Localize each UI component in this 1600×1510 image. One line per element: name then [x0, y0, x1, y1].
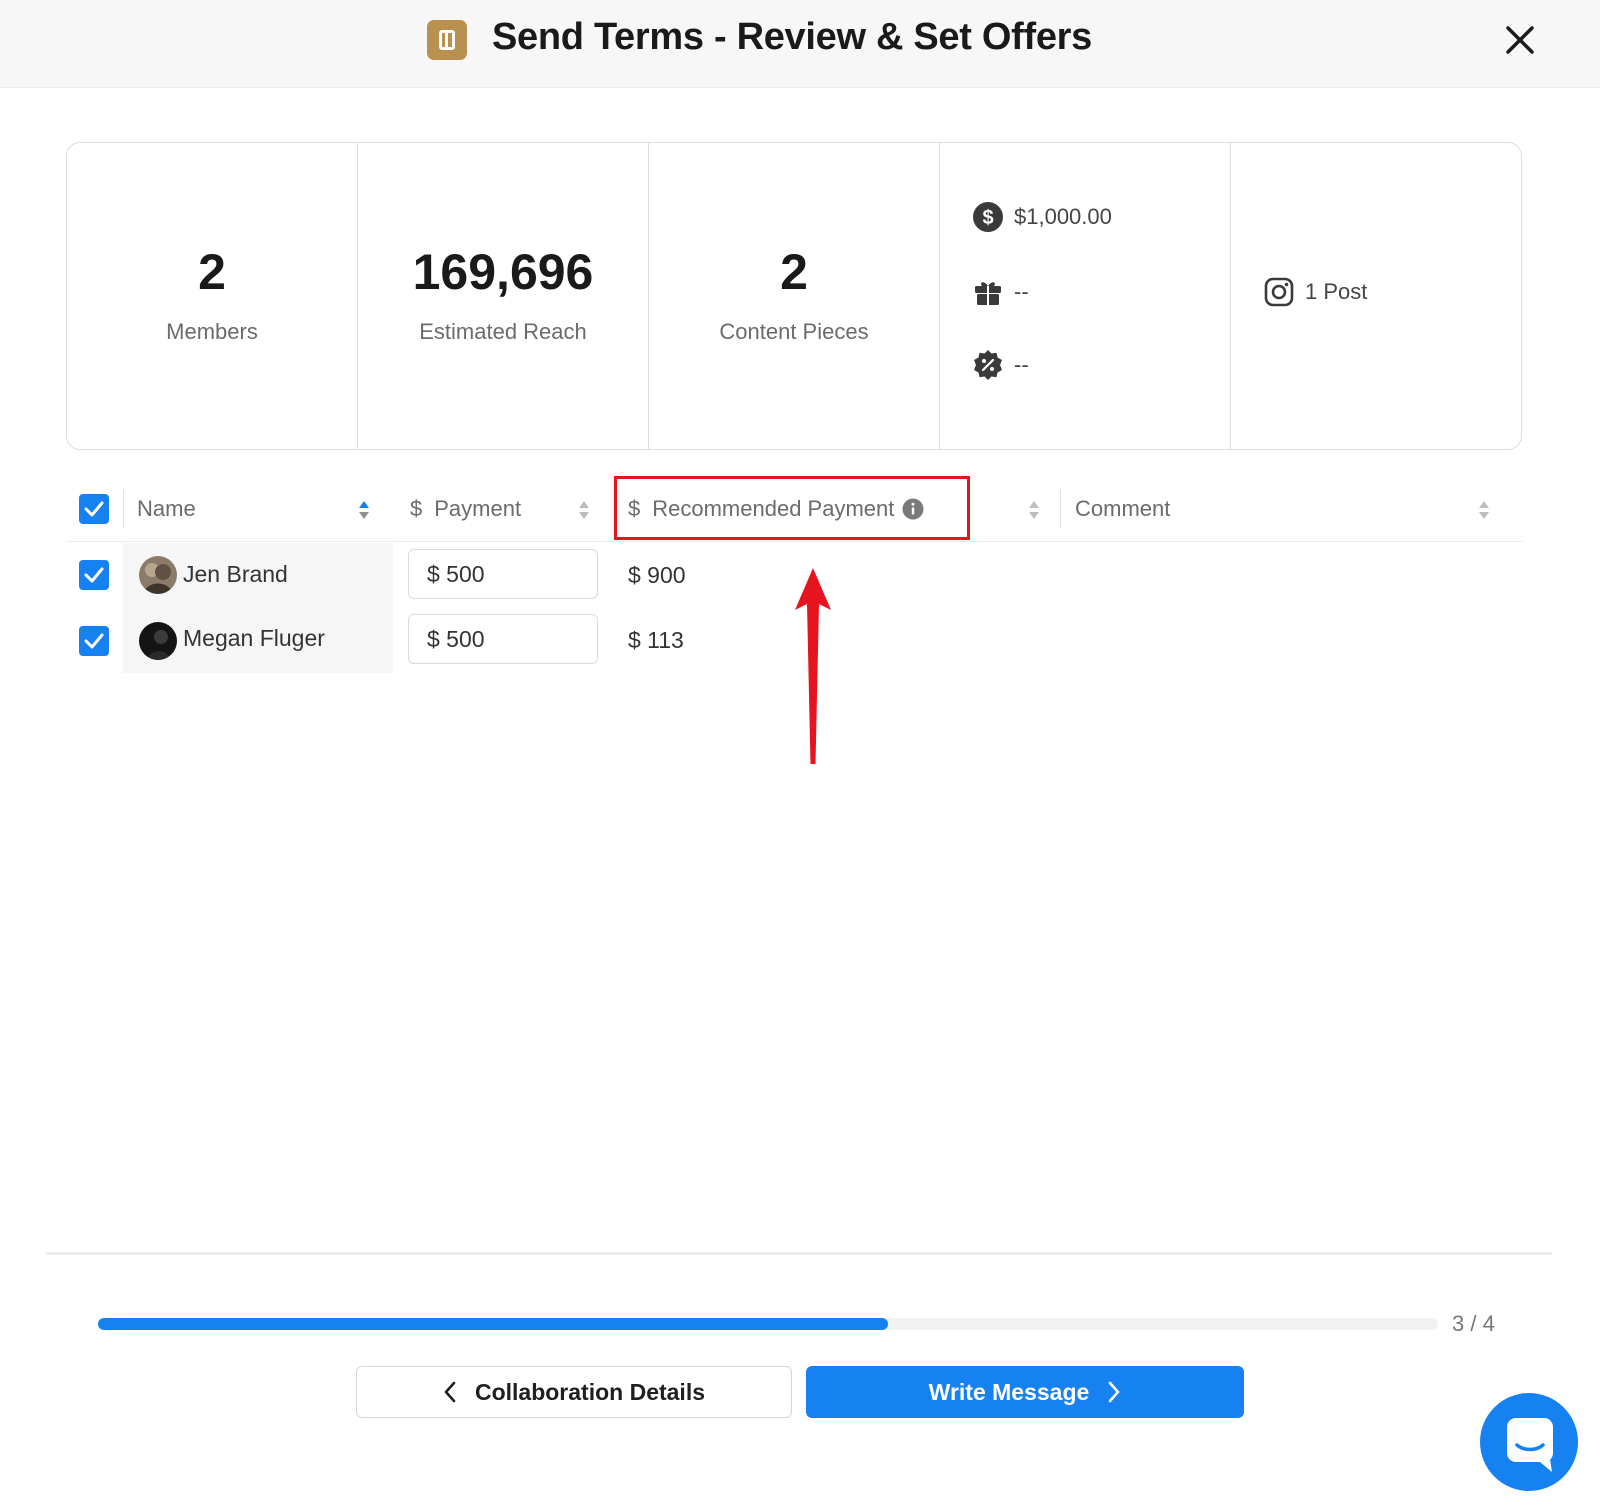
stat-value: 2 — [780, 244, 808, 300]
chat-icon — [1507, 1418, 1553, 1472]
svg-text:$: $ — [982, 207, 993, 229]
back-button[interactable]: Collaboration Details — [356, 1366, 792, 1418]
sort-icon[interactable] — [578, 500, 590, 520]
dollar-icon: $ — [410, 496, 423, 521]
column-label: Comment — [1075, 496, 1171, 521]
term-product: -- — [972, 276, 1029, 308]
close-button[interactable] — [1500, 20, 1540, 60]
term-product-value: -- — [1014, 279, 1029, 304]
column-separator — [123, 490, 124, 528]
deliverable-item: 1 Post — [1263, 276, 1367, 308]
modal-header: Send Terms - Review & Set Offers — [0, 0, 1600, 88]
term-payment-value: $1,000.00 — [1014, 204, 1112, 229]
progress-fill — [98, 1318, 889, 1330]
step-counter: 3 / 4 — [1452, 1311, 1495, 1336]
stat-content-pieces: 2 Content Pieces — [648, 143, 939, 449]
write-message-button[interactable]: Write Message — [806, 1366, 1244, 1418]
select-all-checkbox[interactable] — [79, 494, 109, 524]
term-discount-value: -- — [1014, 352, 1029, 377]
annotation-arrow-icon — [795, 568, 831, 764]
column-label: Payment — [434, 496, 522, 521]
stat-value: 2 — [198, 244, 226, 300]
stat-label: Estimated Reach — [419, 319, 587, 344]
gift-icon — [975, 282, 1001, 305]
deliverable-text: 1 Post — [1305, 279, 1368, 304]
page-title: Send Terms - Review & Set Offers — [492, 16, 1092, 58]
chat-launcher-button[interactable] — [1480, 1393, 1578, 1491]
instagram-icon — [1264, 277, 1294, 307]
chevron-left-icon — [444, 1381, 456, 1403]
column-header-comment[interactable]: Comment — [1075, 476, 1170, 542]
row-checkbox[interactable] — [79, 560, 109, 590]
percent-badge-icon — [974, 350, 1002, 380]
annotation-highlight-box — [614, 476, 970, 540]
stat-members: 2 Members — [67, 143, 357, 449]
checkmark-icon — [84, 567, 104, 583]
document-icon — [427, 20, 467, 60]
checkmark-icon — [84, 633, 104, 649]
back-button-label: Collaboration Details — [474, 1378, 706, 1405]
column-header-name[interactable]: Name — [137, 476, 196, 542]
next-button-label: Write Message — [928, 1378, 1090, 1405]
footer-divider — [46, 1252, 1552, 1255]
avatar — [139, 622, 177, 660]
summary-card: 2 Members 169,696 Estimated Reach 2 Cont… — [66, 142, 1522, 450]
member-name[interactable]: Jen Brand — [183, 561, 288, 588]
progress-bar — [98, 1318, 1438, 1330]
close-icon — [1506, 26, 1534, 54]
member-name[interactable]: Megan Fluger — [183, 625, 325, 652]
payment-input[interactable]: $ 500 — [408, 549, 598, 599]
column-separator — [1060, 490, 1061, 528]
term-discount: -- — [972, 349, 1029, 381]
compensation-terms: $ $1,000.00 -- -- — [939, 143, 1230, 449]
sort-active-icon[interactable] — [358, 500, 370, 520]
stat-estimated-reach: 169,696 Estimated Reach — [357, 143, 648, 449]
payment-input[interactable]: $ 500 — [408, 614, 598, 664]
avatar — [139, 556, 177, 594]
sort-icon[interactable] — [1028, 500, 1040, 520]
deliverables: 1 Post — [1230, 143, 1521, 449]
sort-icon[interactable] — [1478, 500, 1490, 520]
stat-value: 169,696 — [412, 244, 594, 300]
checkmark-icon — [84, 501, 104, 517]
dollar-circle-icon: $ — [973, 202, 1003, 232]
recommended-payment-value: $ 113 — [628, 627, 684, 653]
chevron-right-icon — [1109, 1381, 1120, 1403]
row-checkbox[interactable] — [79, 626, 109, 656]
stat-label: Content Pieces — [719, 319, 869, 344]
term-payment: $ $1,000.00 — [972, 201, 1112, 233]
stat-label: Members — [166, 319, 258, 344]
recommended-payment-value: $ 900 — [628, 562, 686, 588]
column-label: Name — [137, 496, 196, 521]
column-header-payment[interactable]: $ Payment — [410, 476, 521, 542]
